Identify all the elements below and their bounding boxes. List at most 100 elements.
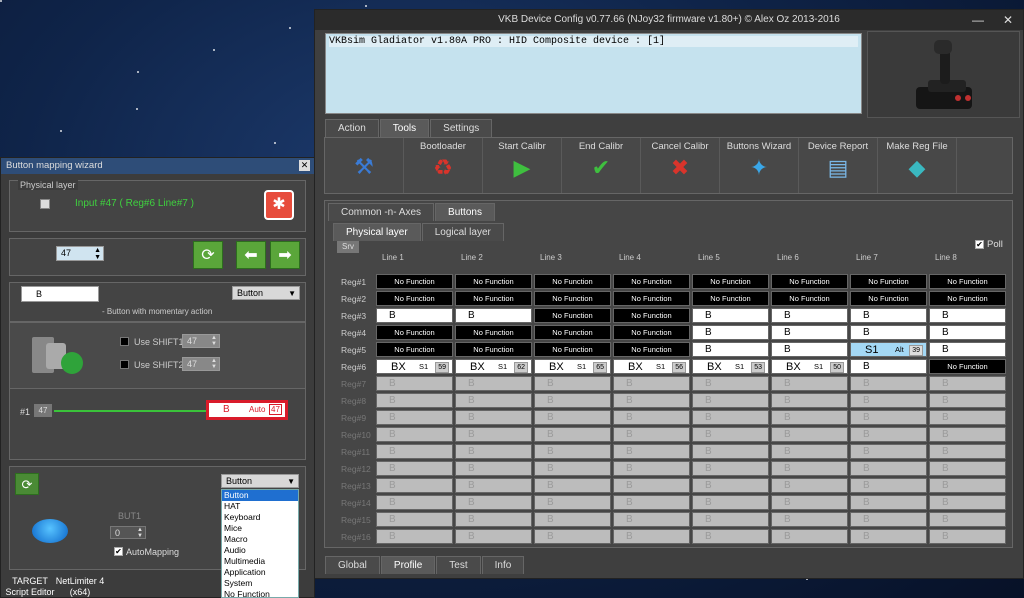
button-cell[interactable]: No Function <box>929 359 1006 374</box>
automapping-checkbox[interactable]: ✔ <box>114 547 123 556</box>
spinner-arrows-icon[interactable]: ▲ ▼ <box>137 527 143 539</box>
tool-button-1[interactable]: Bootloader ♻ <box>404 138 483 193</box>
button-cell[interactable]: No Function <box>376 291 453 306</box>
dropdown-option[interactable]: Keyboard <box>222 512 298 523</box>
shift1-checkbox[interactable] <box>120 337 129 346</box>
spinner-arrows-icon[interactable]: ▲ ▼ <box>211 358 217 370</box>
button-cell[interactable]: No Function <box>850 291 927 306</box>
button-cell[interactable]: No Function <box>376 342 453 357</box>
tab-top-1[interactable]: Tools <box>379 119 430 137</box>
tool-button-7[interactable]: Make Reg File ◆ <box>878 138 957 193</box>
tool-button-2[interactable]: Start Calibr ▶ <box>483 138 562 193</box>
stop-icon[interactable]: ✱ <box>264 190 294 220</box>
tab-top-2[interactable]: Settings <box>430 119 493 137</box>
button-cell[interactable]: No Function <box>692 291 769 306</box>
tab-bottom-3[interactable]: Info <box>481 556 525 574</box>
shift1-spinner[interactable]: 47 ▲ ▼ <box>182 334 220 348</box>
tab-bottom-2[interactable]: Test <box>436 556 481 574</box>
button-cell[interactable]: No Function <box>455 342 532 357</box>
tab-sub-1[interactable]: Buttons <box>435 203 495 221</box>
tool-button-4[interactable]: Cancel Calibr ✖ <box>641 138 720 193</box>
button-cell[interactable]: S1 Alt 39 <box>850 342 927 357</box>
output-type-select[interactable]: Button ▼ <box>221 474 299 488</box>
button-cell[interactable]: No Function <box>376 325 453 340</box>
desktop-item[interactable]: TARGET Script Editor <box>2 576 58 598</box>
button-number-spinner[interactable]: 47 ▲ ▼ <box>56 246 104 261</box>
button-cell[interactable]: B <box>771 342 848 357</box>
button-cell[interactable]: No Function <box>534 274 611 289</box>
button-cell[interactable]: BX S1 50 <box>771 359 848 374</box>
button-cell[interactable]: No Function <box>613 274 690 289</box>
button-cell[interactable]: BX S1 65 <box>534 359 611 374</box>
tab-sub-0[interactable]: Common -n- Axes <box>328 203 435 221</box>
button-cell[interactable]: B <box>455 308 532 323</box>
tool-button-5[interactable]: Buttons Wizard ✦ <box>720 138 799 193</box>
button-cell[interactable]: B <box>692 308 769 323</box>
tool-button-3[interactable]: End Calibr ✔ <box>562 138 641 193</box>
type-select[interactable]: Button ▼ <box>232 286 300 300</box>
button-cell[interactable]: No Function <box>534 291 611 306</box>
button-cell[interactable]: BX S1 56 <box>613 359 690 374</box>
button-cell[interactable]: B <box>771 325 848 340</box>
tab-layer-0[interactable]: Physical layer <box>333 223 421 241</box>
button-cell[interactable]: No Function <box>613 291 690 306</box>
mapping-input[interactable]: B <box>21 286 99 302</box>
button-cell[interactable]: B <box>692 342 769 357</box>
tab-bottom-0[interactable]: Global <box>325 556 380 574</box>
dropdown-option[interactable]: Mice <box>222 523 298 534</box>
button-cell[interactable]: BX S1 62 <box>455 359 532 374</box>
dropdown-option[interactable]: Multimedia <box>222 556 298 567</box>
dropdown-option[interactable]: Macro <box>222 534 298 545</box>
button-cell[interactable]: No Function <box>771 291 848 306</box>
shift2-checkbox[interactable] <box>120 360 129 369</box>
button-cell[interactable]: No Function <box>534 342 611 357</box>
button-cell[interactable]: BX S1 53 <box>692 359 769 374</box>
device-entry[interactable]: VKBsim Gladiator v1.80A PRO : HID Compos… <box>329 36 858 47</box>
spinner-arrows-icon[interactable]: ▲ ▼ <box>94 247 101 261</box>
shift2-spinner[interactable]: 47 ▲ ▼ <box>182 357 220 371</box>
wizard-close-icon[interactable]: ✕ <box>299 160 310 171</box>
button-cell[interactable]: B <box>850 325 927 340</box>
button-cell[interactable]: No Function <box>692 274 769 289</box>
close-icon[interactable]: ✕ <box>993 10 1023 30</box>
button-cell[interactable]: B <box>376 308 453 323</box>
button-cell[interactable]: No Function <box>771 274 848 289</box>
tab-layer-1[interactable]: Logical layer <box>421 223 504 241</box>
button-cell[interactable]: B <box>771 308 848 323</box>
button-cell[interactable]: No Function <box>850 274 927 289</box>
button-cell[interactable]: B <box>850 308 927 323</box>
dropdown-option[interactable]: HAT <box>222 501 298 512</box>
button-cell[interactable]: BX S1 59 <box>376 359 453 374</box>
button-cell[interactable]: No Function <box>455 291 532 306</box>
button-cell[interactable]: No Function <box>534 308 611 323</box>
refresh-button[interactable]: ⟳ <box>193 241 223 269</box>
srv-button[interactable]: Srv <box>337 241 359 253</box>
poll-checkbox[interactable]: ✔ Poll <box>975 239 1003 250</box>
button-cell[interactable]: No Function <box>455 325 532 340</box>
button-cell[interactable]: No Function <box>613 342 690 357</box>
button-cell[interactable]: B <box>850 359 927 374</box>
tool-button-0[interactable]: ⚒ <box>325 138 404 193</box>
desktop-item[interactable]: NetLimiter 4 (x64) <box>52 576 108 598</box>
dropdown-option[interactable]: Audio <box>222 545 298 556</box>
minimize-icon[interactable]: — <box>963 10 993 30</box>
next-button[interactable]: ➡ <box>270 241 300 269</box>
button-cell[interactable]: B <box>692 325 769 340</box>
prev-button[interactable]: ⬅ <box>236 241 266 269</box>
button-cell[interactable]: No Function <box>534 325 611 340</box>
button-cell[interactable]: B <box>929 308 1006 323</box>
spinner-arrows-icon[interactable]: ▲ ▼ <box>211 335 217 347</box>
dropdown-option[interactable]: Button <box>222 490 298 501</box>
tab-bottom-1[interactable]: Profile <box>380 556 436 574</box>
but-spinner[interactable]: 0 ▲ ▼ <box>110 526 146 539</box>
apply-button[interactable]: ⟳ <box>15 473 39 495</box>
tool-button-6[interactable]: Device Report ▤ <box>799 138 878 193</box>
dropdown-option[interactable]: No Function <box>222 589 298 598</box>
chain-result-box[interactable]: B Auto 47 <box>206 400 288 420</box>
dropdown-option[interactable]: Application <box>222 567 298 578</box>
button-cell[interactable]: No Function <box>929 291 1006 306</box>
button-cell[interactable]: No Function <box>455 274 532 289</box>
button-cell[interactable]: B <box>929 342 1006 357</box>
button-cell[interactable]: B <box>929 325 1006 340</box>
button-cell[interactable]: No Function <box>376 274 453 289</box>
